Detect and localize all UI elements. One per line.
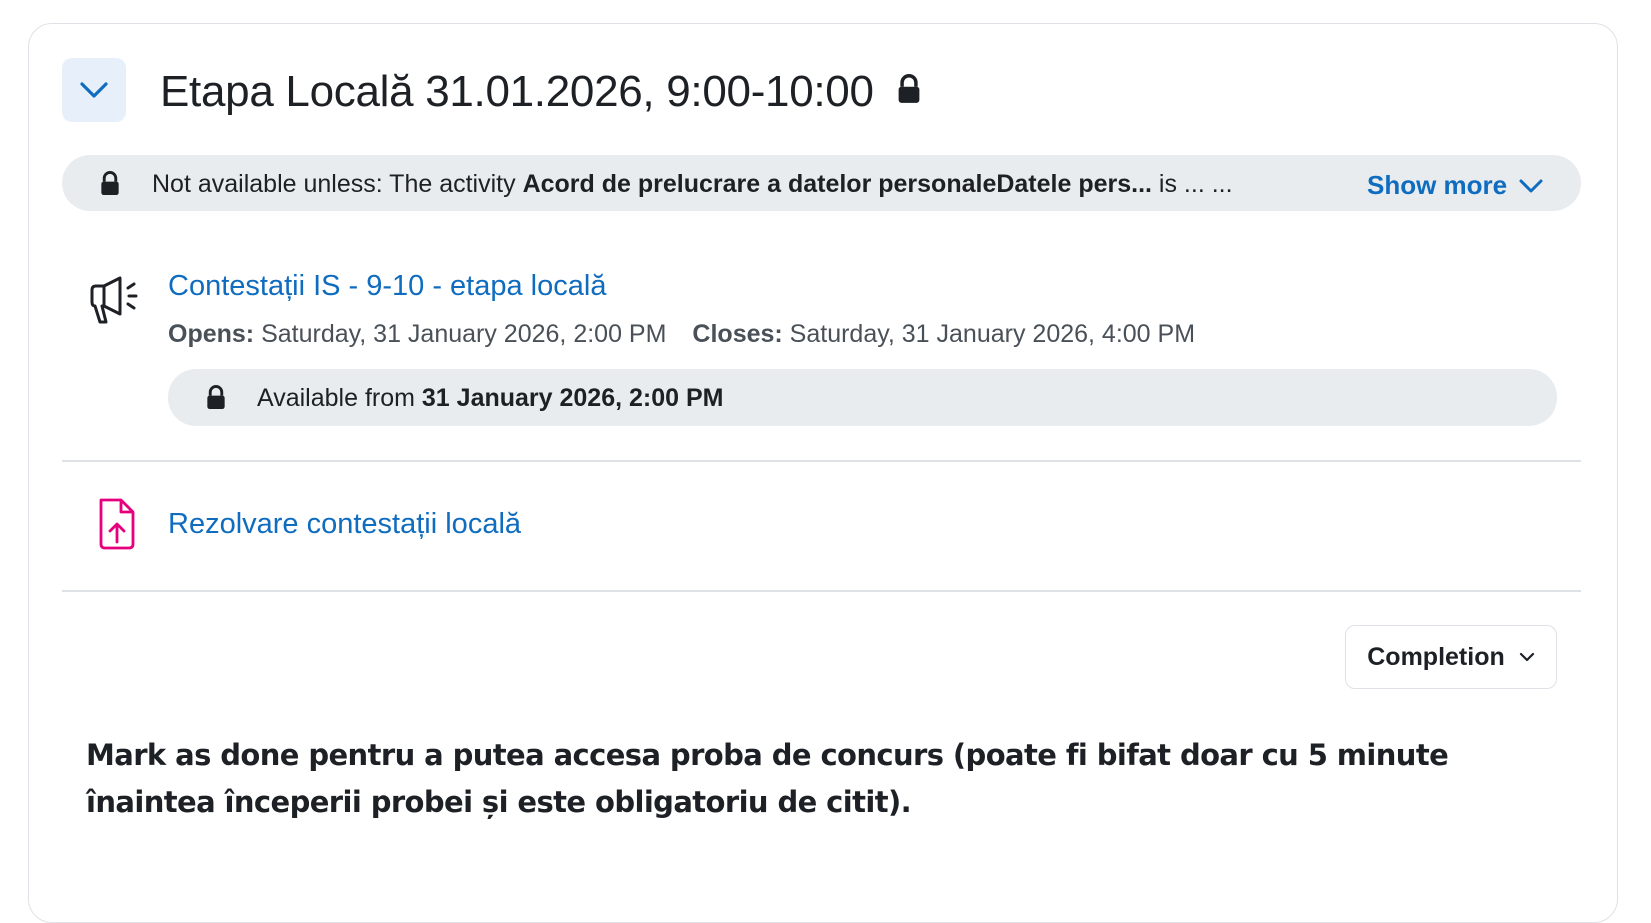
section-title: Etapa Locală 31.01.2026, 9:00-10:00 [160, 67, 874, 116]
restriction-suffix: is ... ... [1151, 170, 1233, 198]
activity-link-contestatii[interactable]: Contestații IS - 9-10 - etapa locală [168, 270, 606, 303]
chevron-down-icon [1519, 652, 1534, 662]
lock-icon [898, 74, 920, 103]
availability-bar: Available from 31 January 2026, 2:00 PM [168, 369, 1557, 426]
opens-value: Saturday, 31 January 2026, 2:00 PM [254, 320, 667, 348]
show-more-button[interactable]: Show more [1367, 170, 1543, 201]
completion-note: Mark as done pentru a putea accesa proba… [86, 738, 1449, 819]
activity-dates: Opens: Saturday, 31 January 2026, 2:00 P… [168, 320, 1195, 349]
lock-icon [101, 171, 119, 196]
restriction-text: Not available unless: The activity Acord… [152, 169, 1233, 199]
completion-dropdown-button[interactable]: Completion [1345, 625, 1557, 689]
availability-prefix: Available from [257, 384, 422, 412]
opens-label: Opens: [168, 320, 255, 348]
chevron-down-icon [80, 82, 108, 98]
closes-value: Saturday, 31 January 2026, 4:00 PM [782, 320, 1196, 348]
file-upload-icon [99, 498, 135, 550]
availability-text: Available from 31 January 2026, 2:00 PM [257, 383, 723, 413]
divider [62, 590, 1581, 592]
chevron-down-icon [1519, 179, 1543, 192]
activity-link-rezolvare[interactable]: Rezolvare contestații locală [168, 508, 521, 541]
divider [62, 460, 1581, 462]
restriction-bar: Not available unless: The activity Acord… [62, 155, 1581, 211]
megaphone-icon [90, 276, 138, 324]
restriction-prefix: Not available unless: The activity [152, 170, 523, 198]
completion-label: Completion [1367, 642, 1505, 671]
restriction-activity: Acord de prelucrare a datelor personaleD… [522, 170, 1152, 198]
lock-icon [207, 385, 225, 410]
availability-date: 31 January 2026, 2:00 PM [421, 384, 724, 412]
collapse-section-button[interactable] [62, 58, 126, 122]
show-more-label: Show more [1367, 170, 1508, 200]
closes-label: Closes: [692, 320, 783, 348]
